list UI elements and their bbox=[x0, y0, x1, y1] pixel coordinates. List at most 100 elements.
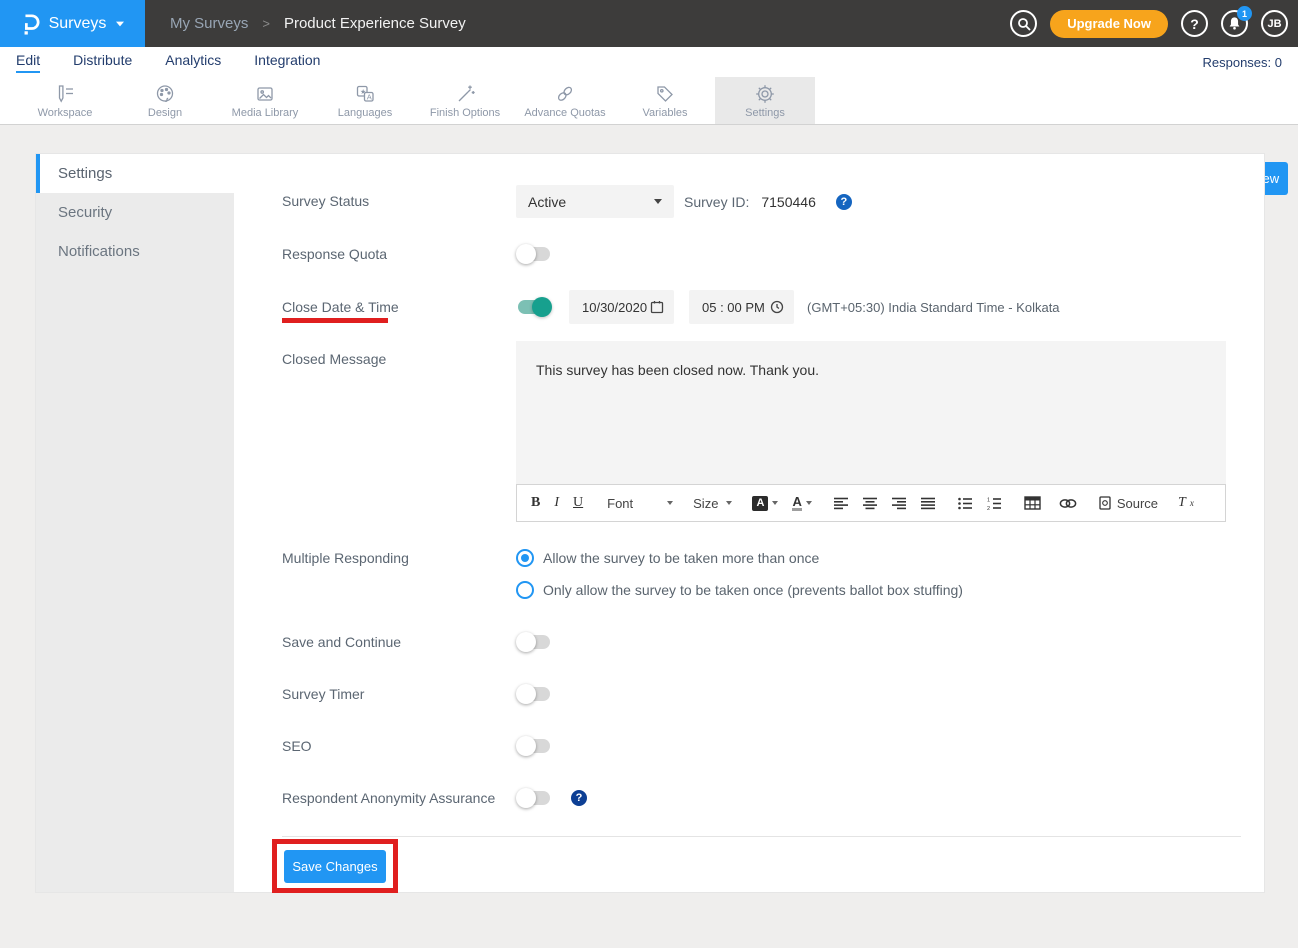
numbered-list-icon: 12 bbox=[987, 497, 1002, 510]
search-button[interactable] bbox=[1010, 10, 1037, 37]
chevron-down-icon bbox=[116, 21, 124, 26]
response-quota-toggle[interactable] bbox=[516, 244, 552, 264]
align-left-icon bbox=[834, 497, 849, 510]
app-logo-surveys-menu[interactable]: Surveys bbox=[0, 0, 145, 47]
response-quota-label: Response Quota bbox=[282, 244, 387, 264]
tab-integration[interactable]: Integration bbox=[254, 52, 320, 73]
justify-button[interactable] bbox=[921, 497, 936, 510]
chain-links-icon bbox=[554, 83, 576, 105]
survey-status-label: Survey Status bbox=[282, 185, 369, 218]
chevron-down-icon bbox=[806, 501, 812, 505]
closed-message-label: Closed Message bbox=[282, 349, 386, 369]
radio-take-once[interactable] bbox=[516, 581, 534, 599]
background-color-button[interactable]: A bbox=[752, 496, 778, 511]
survey-toolbar: Workspace Design Media Library ★ A Langu… bbox=[0, 77, 1298, 125]
chevron-down-icon bbox=[654, 199, 662, 204]
sidebar-item-security[interactable]: Security bbox=[36, 193, 234, 232]
save-and-continue-toggle[interactable] bbox=[516, 632, 552, 652]
svg-text:A: A bbox=[367, 92, 372, 101]
tab-analytics[interactable]: Analytics bbox=[165, 52, 221, 73]
chevron-down-icon bbox=[726, 501, 732, 505]
align-center-button[interactable] bbox=[863, 497, 878, 510]
underline-button[interactable]: U bbox=[573, 495, 583, 511]
divider bbox=[282, 836, 1241, 837]
insert-link-button[interactable] bbox=[1059, 498, 1077, 509]
breadcrumb-my-surveys[interactable]: My Surveys bbox=[170, 15, 248, 32]
save-changes-button[interactable]: Save Changes bbox=[284, 850, 386, 883]
sidebar-item-settings[interactable]: Settings bbox=[36, 154, 234, 193]
respondent-anonymity-toggle[interactable] bbox=[516, 788, 552, 808]
align-right-button[interactable] bbox=[892, 497, 907, 510]
bold-button[interactable]: B bbox=[531, 495, 540, 511]
respondent-anonymity-help-icon[interactable]: ? bbox=[571, 790, 587, 806]
product-name: Surveys bbox=[49, 15, 107, 33]
tab-edit[interactable]: Edit bbox=[16, 52, 40, 73]
toolbar-item-languages[interactable]: ★ A Languages bbox=[315, 77, 415, 124]
remove-format-button[interactable]: Tx bbox=[1178, 495, 1194, 511]
survey-timer-label: Survey Timer bbox=[282, 684, 364, 704]
table-icon bbox=[1024, 496, 1041, 510]
help-button[interactable]: ? bbox=[1181, 10, 1208, 37]
toolbar-item-media-library[interactable]: Media Library bbox=[215, 77, 315, 124]
toolbar-item-settings[interactable]: Settings bbox=[715, 77, 815, 124]
tab-distribute[interactable]: Distribute bbox=[73, 52, 132, 73]
font-dropdown[interactable]: Font bbox=[607, 496, 673, 511]
close-date-time-label: Close Date & Time bbox=[282, 297, 399, 317]
survey-id-help-icon[interactable]: ? bbox=[836, 194, 852, 210]
bulleted-list-icon bbox=[958, 497, 973, 510]
toolbar-item-workspace[interactable]: Workspace bbox=[15, 77, 115, 124]
primary-nav: Edit Distribute Analytics Integration Re… bbox=[0, 47, 1298, 77]
toolbar-item-design[interactable]: Design bbox=[115, 77, 215, 124]
numbered-list-button[interactable]: 12 bbox=[987, 497, 1002, 510]
breadcrumb-separator: > bbox=[262, 16, 270, 31]
align-center-icon bbox=[863, 497, 878, 510]
toolbar-item-variables[interactable]: Variables bbox=[615, 77, 715, 124]
survey-timer-toggle[interactable] bbox=[516, 684, 552, 704]
close-date-input[interactable]: 10/30/2020 bbox=[569, 290, 674, 324]
annotation-red-underline bbox=[282, 318, 388, 323]
chevron-down-icon bbox=[772, 501, 778, 505]
text-color-button[interactable]: A bbox=[792, 495, 811, 511]
survey-id-label: Survey ID: bbox=[684, 194, 749, 210]
link-icon bbox=[1059, 498, 1077, 509]
clock-icon bbox=[770, 300, 784, 314]
italic-button[interactable]: I bbox=[554, 495, 559, 511]
tag-icon bbox=[654, 83, 676, 105]
palette-icon bbox=[154, 83, 176, 105]
respondent-anonymity-label: Respondent Anonymity Assurance bbox=[282, 788, 495, 808]
bulleted-list-button[interactable] bbox=[958, 497, 973, 510]
radio-take-once-label[interactable]: Only allow the survey to be taken once (… bbox=[543, 581, 963, 599]
sidebar-item-notifications[interactable]: Notifications bbox=[36, 232, 234, 271]
toolbar-item-advance-quotas[interactable]: Advance Quotas bbox=[515, 77, 615, 124]
top-header: Surveys My Surveys > Product Experience … bbox=[0, 0, 1298, 47]
magic-wand-icon bbox=[454, 83, 476, 105]
translate-icon: ★ A bbox=[354, 83, 376, 105]
breadcrumb-survey-title: Product Experience Survey bbox=[284, 15, 466, 32]
radio-multiple-allowed-label[interactable]: Allow the survey to be taken more than o… bbox=[543, 549, 819, 567]
annotation-red-box: Save Changes bbox=[272, 839, 398, 893]
close-date-time-toggle[interactable] bbox=[516, 297, 552, 317]
questionpro-logo-icon bbox=[20, 11, 40, 37]
notification-badge: 1 bbox=[1237, 6, 1252, 21]
chevron-down-icon bbox=[667, 501, 673, 505]
survey-status-select[interactable]: Active bbox=[516, 185, 674, 218]
size-dropdown[interactable]: Size bbox=[693, 496, 732, 511]
upgrade-now-button[interactable]: Upgrade Now bbox=[1050, 10, 1168, 38]
toolbar-item-finish-options[interactable]: Finish Options bbox=[415, 77, 515, 124]
seo-toggle[interactable] bbox=[516, 736, 552, 756]
align-right-icon bbox=[892, 497, 907, 510]
source-button[interactable]: Source bbox=[1099, 496, 1158, 511]
settings-panel: Settings Security Notifications Survey S… bbox=[35, 153, 1265, 893]
close-time-input[interactable]: 05 : 00 PM bbox=[689, 290, 794, 324]
avatar[interactable]: JB bbox=[1261, 10, 1288, 37]
richtext-toolbar: B I U Font Size A A 12 bbox=[516, 484, 1226, 522]
radio-multiple-allowed[interactable] bbox=[516, 549, 534, 567]
align-left-button[interactable] bbox=[834, 497, 849, 510]
insert-table-button[interactable] bbox=[1024, 496, 1041, 510]
calendar-icon bbox=[650, 300, 664, 314]
source-doc-icon bbox=[1099, 496, 1111, 510]
timezone-text: (GMT+05:30) India Standard Time - Kolkat… bbox=[807, 290, 1060, 324]
closed-message-editor[interactable]: This survey has been closed now. Thank y… bbox=[516, 341, 1226, 484]
save-and-continue-label: Save and Continue bbox=[282, 632, 401, 652]
notifications-button[interactable]: 1 bbox=[1221, 10, 1248, 37]
